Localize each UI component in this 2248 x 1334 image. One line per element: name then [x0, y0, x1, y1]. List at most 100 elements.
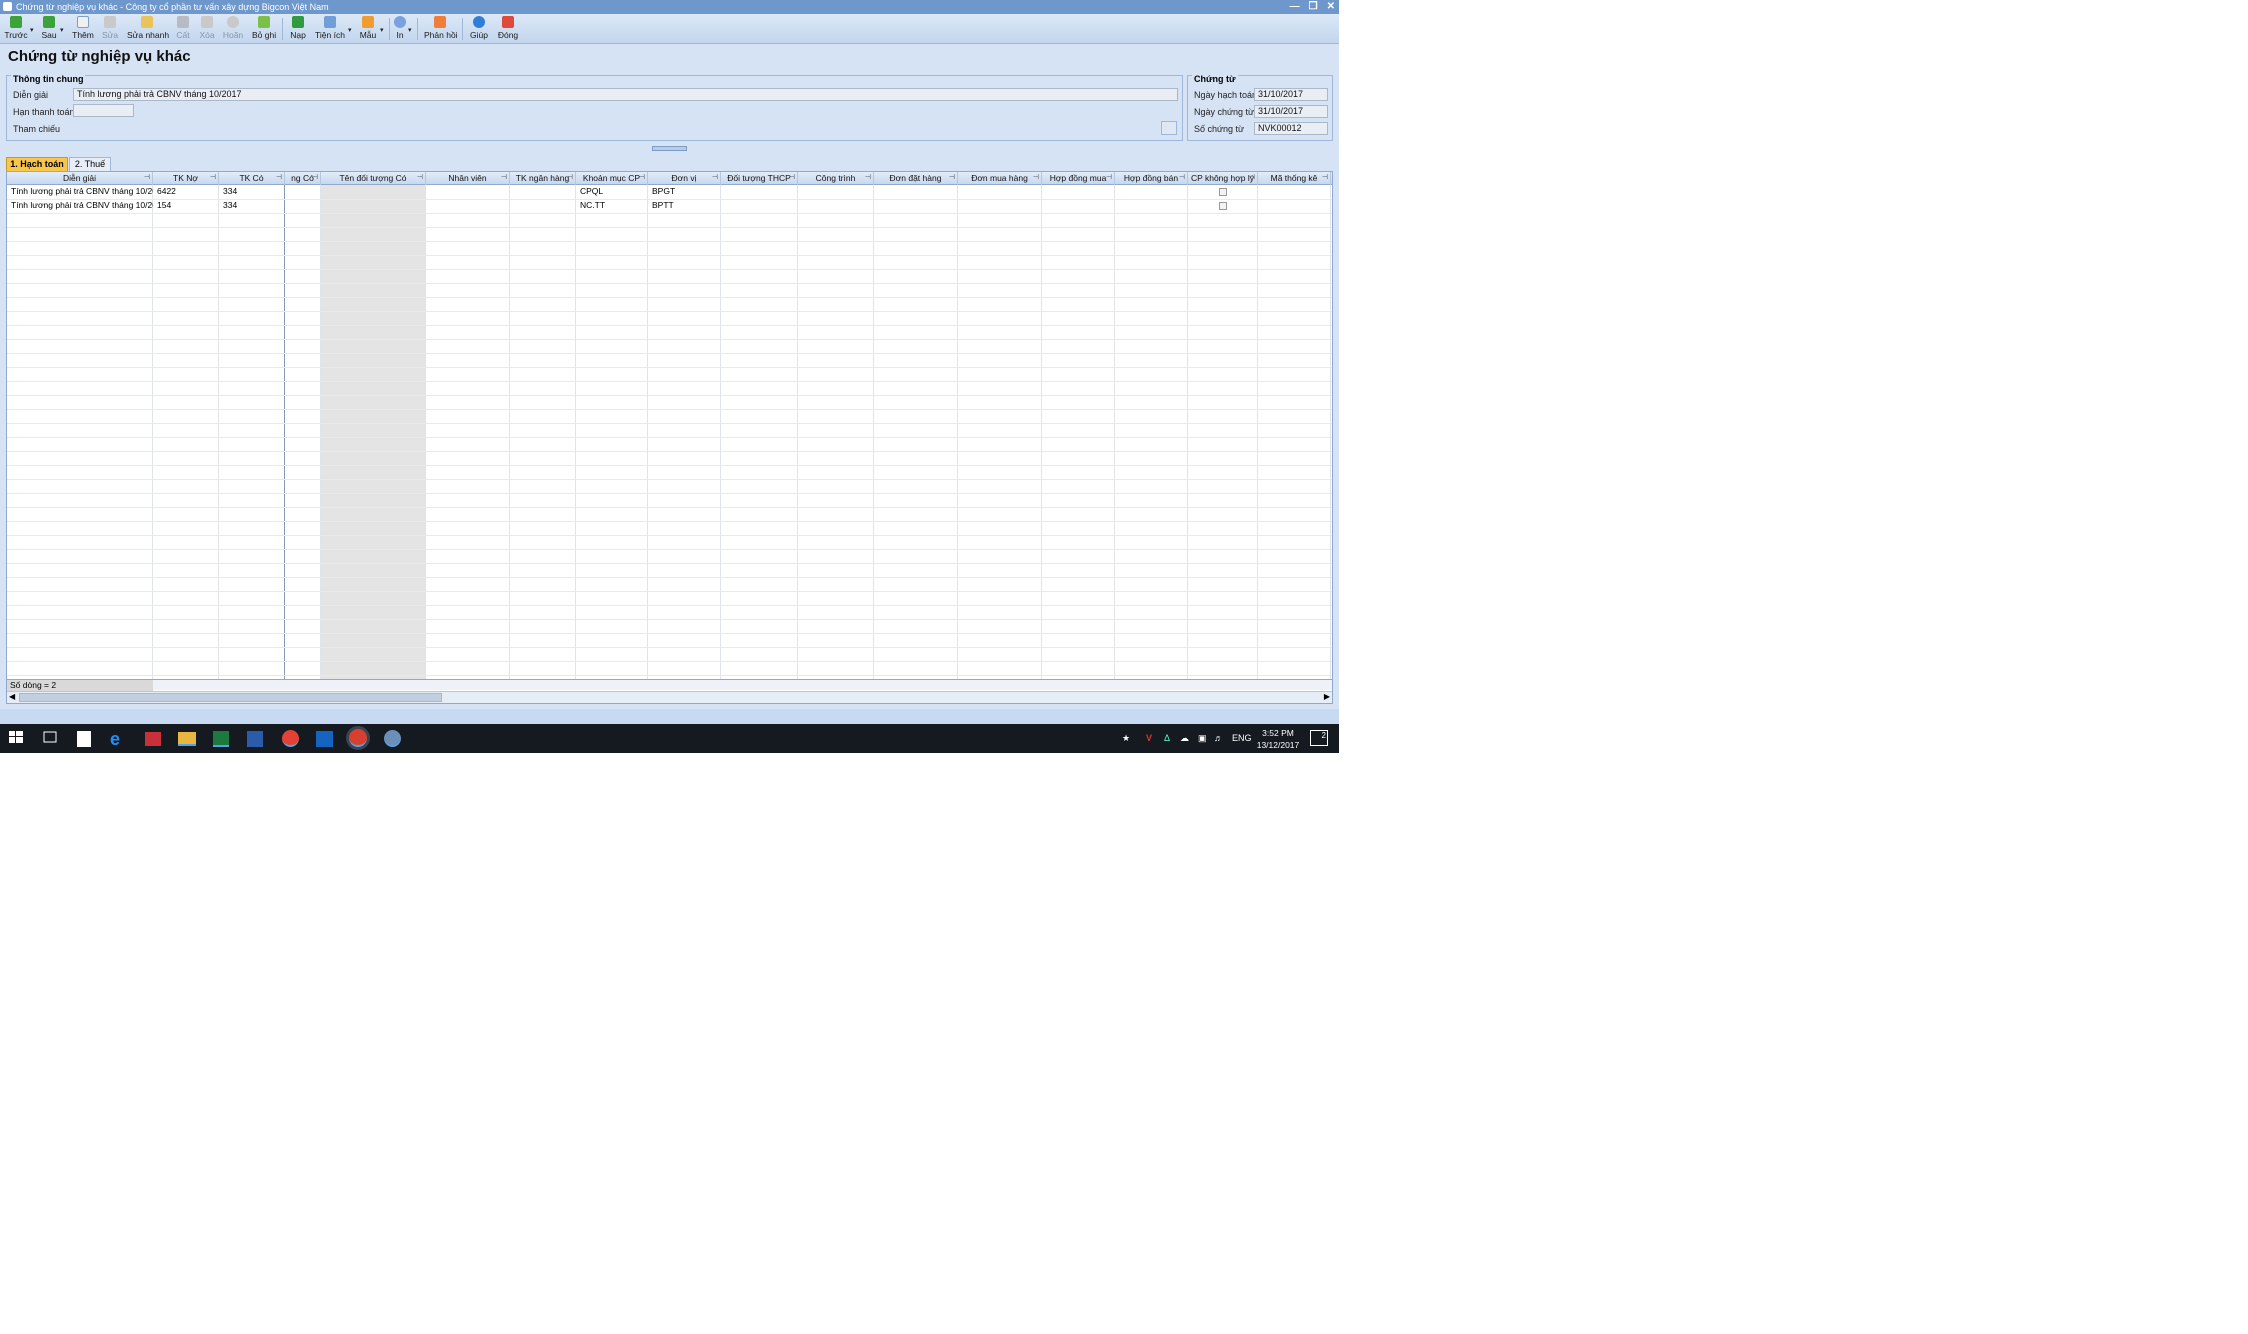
description-field[interactable]: Tính lương phải trả CBNV tháng 10/2017	[73, 88, 1178, 101]
close-window-icon[interactable]: ✕	[1327, 0, 1335, 14]
store-icon[interactable]	[145, 732, 161, 746]
pin-icon[interactable]: ⊣	[712, 172, 718, 184]
cloud-icon[interactable]: ☁	[1180, 724, 1189, 753]
pin-icon[interactable]: ⊣	[567, 172, 573, 184]
quick-edit-button[interactable]: Sửa nhanh	[127, 15, 169, 43]
column-header[interactable]: Mã thống kê ⊣	[1258, 172, 1331, 185]
save-button[interactable]: Cất	[174, 15, 192, 43]
network-icon[interactable]: ▣	[1198, 724, 1207, 753]
prev-button[interactable]: Trước	[4, 15, 28, 43]
tab-tax[interactable]: 2. Thuế	[69, 157, 111, 171]
prev-dropdown-icon[interactable]: ▾	[30, 26, 34, 34]
scroll-thumb[interactable]	[19, 693, 442, 702]
column-header[interactable]: Nhân viên ⊣	[426, 172, 510, 185]
add-button[interactable]: Thêm	[72, 15, 94, 43]
notifications-icon[interactable]: 2	[1310, 730, 1328, 746]
help-button[interactable]: Giúp	[469, 15, 489, 43]
delete-button[interactable]: Xóa	[198, 15, 216, 43]
column-header[interactable]: ng Có ⊣	[285, 172, 321, 185]
pin-icon[interactable]: ⊣	[144, 172, 150, 184]
cell-description[interactable]: Tính lương phải trả CBNV tháng 10/201	[7, 199, 153, 212]
pin-icon[interactable]: ⊣	[312, 172, 318, 184]
column-header[interactable]: Khoản mục CP ⊣	[576, 172, 648, 185]
panel-splitter[interactable]	[652, 146, 687, 151]
column-header[interactable]: CP không hợp lý ⊣	[1188, 172, 1258, 185]
column-header[interactable]: Diễn giải ⊣	[7, 172, 153, 185]
pin-icon[interactable]: ⊣	[276, 172, 282, 184]
cell-cost-item[interactable]: NC.TT	[576, 199, 648, 212]
column-header[interactable]: Đối tượng THCP ⊣	[721, 172, 798, 185]
cell-debit-account[interactable]: 6422	[153, 185, 219, 198]
file-explorer-icon[interactable]	[178, 732, 196, 746]
pin-icon[interactable]: ⊣	[417, 172, 423, 184]
column-header[interactable]: TK ngân hàng ⊣	[510, 172, 576, 185]
pin-icon[interactable]: ⊣	[1322, 172, 1328, 184]
cell-debit-account[interactable]: 154	[153, 199, 219, 212]
scroll-left-icon[interactable]: ◀	[9, 692, 15, 701]
excel-icon[interactable]	[213, 731, 229, 747]
cell-unit[interactable]: BPGT	[648, 185, 721, 198]
cell-description[interactable]: Tính lương phải trả CBNV tháng 10/201	[7, 185, 153, 198]
pin-icon[interactable]: ⊣	[1249, 172, 1255, 184]
pin-icon[interactable]: ⊣	[1033, 172, 1039, 184]
chrome-icon[interactable]	[282, 730, 299, 747]
print-dropdown-icon[interactable]: ▾	[408, 26, 412, 34]
word-icon[interactable]	[247, 731, 263, 747]
windows-start-icon[interactable]	[8, 729, 28, 749]
unreasonable-cost-checkbox[interactable]	[1219, 188, 1227, 196]
outlook-icon[interactable]	[316, 731, 333, 747]
paint-icon[interactable]	[384, 730, 401, 747]
pin-icon[interactable]: ⊣	[501, 172, 507, 184]
column-header[interactable]: Đơn đặt hàng ⊣	[874, 172, 958, 185]
pin-icon[interactable]: ⊣	[210, 172, 216, 184]
language-indicator[interactable]: ENG	[1232, 724, 1252, 753]
misa-icon[interactable]	[349, 729, 367, 747]
antivirus-icon[interactable]: V	[1146, 724, 1152, 753]
restore-icon[interactable]: ❐	[1309, 0, 1318, 14]
column-header[interactable]: Đơn vị ⊣	[648, 172, 721, 185]
reload-button[interactable]: Nạp	[288, 15, 308, 43]
pin-icon[interactable]: ⊣	[1179, 172, 1185, 184]
table-row[interactable]: Tính lương phải trả CBNV tháng 10/201 642…	[7, 185, 1332, 199]
pin-icon[interactable]: ⊣	[789, 172, 795, 184]
next-button[interactable]: Sau	[40, 15, 58, 43]
cell-credit-account[interactable]: 334	[219, 199, 285, 212]
column-header[interactable]: Hợp đồng bán ⊣	[1115, 172, 1188, 185]
column-header[interactable]: TK Có ⊣	[219, 172, 285, 185]
sync-icon[interactable]: Δ	[1164, 724, 1170, 753]
discard-button[interactable]: Bỏ ghi	[252, 15, 276, 43]
pin-icon[interactable]: ⊣	[1106, 172, 1112, 184]
minimize-icon[interactable]: —	[1290, 0, 1300, 14]
due-date-field[interactable]	[73, 104, 134, 117]
people-icon[interactable]: ★	[1122, 724, 1130, 753]
posting-date-field[interactable]: 31/10/2017	[1254, 88, 1328, 101]
tab-accounting[interactable]: 1. Hạch toán	[6, 157, 68, 171]
column-header[interactable]: Đơn mua hàng ⊣	[958, 172, 1042, 185]
horizontal-scrollbar[interactable]: ◀ ▶	[7, 691, 1332, 703]
cell-unit[interactable]: BPTT	[648, 199, 721, 212]
undo-button[interactable]: Hoãn	[222, 15, 244, 43]
cell-credit-account[interactable]: 334	[219, 185, 285, 198]
utilities-button[interactable]: Tiện ích	[314, 15, 346, 43]
utilities-dropdown-icon[interactable]: ▾	[348, 26, 352, 34]
volume-icon[interactable]: ♬	[1214, 724, 1223, 753]
feedback-button[interactable]: Phản hồi	[424, 15, 458, 43]
close-button[interactable]: Đóng	[497, 15, 519, 43]
calculator-icon[interactable]	[77, 731, 91, 747]
pin-icon[interactable]: ⊣	[949, 172, 955, 184]
pin-icon[interactable]: ⊣	[639, 172, 645, 184]
voucher-date-field[interactable]: 31/10/2017	[1254, 105, 1328, 118]
edit-button[interactable]: Sửa	[100, 15, 120, 43]
template-dropdown-icon[interactable]: ▾	[380, 26, 384, 34]
pin-icon[interactable]: ⊣	[865, 172, 871, 184]
task-view-icon[interactable]	[42, 729, 62, 749]
table-row[interactable]: Tính lương phải trả CBNV tháng 10/201 154…	[7, 199, 1332, 213]
unreasonable-cost-checkbox[interactable]	[1219, 202, 1227, 210]
voucher-no-field[interactable]: NVK00012	[1254, 122, 1328, 135]
column-header[interactable]: Công trình ⊣	[798, 172, 874, 185]
ie-icon[interactable]: e	[110, 729, 130, 749]
column-header[interactable]: TK Nợ ⊣	[153, 172, 219, 185]
scroll-right-icon[interactable]: ▶	[1324, 692, 1330, 701]
print-button[interactable]: In	[393, 15, 407, 43]
reference-search-icon[interactable]	[1161, 121, 1177, 135]
